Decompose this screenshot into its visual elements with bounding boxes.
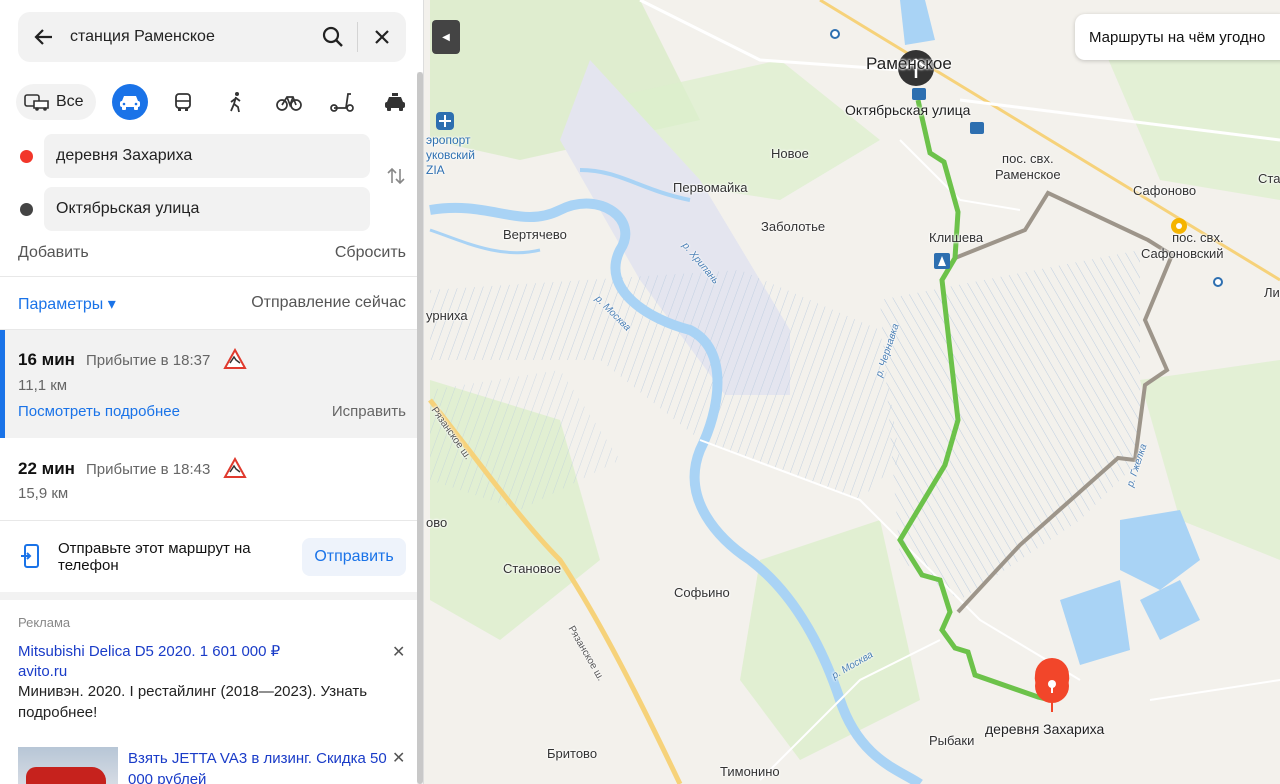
map-label-timonino: Тимонино bbox=[720, 764, 780, 779]
route-distance: 15,9 км bbox=[18, 485, 69, 502]
map-label-ovo: ово bbox=[426, 515, 448, 530]
swap-icon bbox=[387, 167, 405, 185]
ad-label: Реклама bbox=[18, 615, 71, 630]
pedestrian-icon bbox=[229, 92, 241, 113]
ad2-close-button[interactable]: ✕ bbox=[392, 748, 405, 768]
transport-modes: Все bbox=[16, 84, 423, 120]
reset-button[interactable]: Сбросить bbox=[335, 244, 406, 262]
from-point-input[interactable]: деревня Захариха bbox=[44, 134, 370, 178]
map-label-vertyachevo: Вертячево bbox=[503, 227, 567, 242]
route-option-1[interactable]: 16 мин Прибытие в 18:37 11,1 км Посмотре… bbox=[0, 330, 418, 438]
route-arrival: Прибытие в 18:37 bbox=[86, 352, 211, 369]
map-label-pervomaika: Первомайка bbox=[673, 180, 748, 195]
map-label-novoe: Новое bbox=[771, 146, 809, 161]
map-label-stanovoe: Становое bbox=[503, 561, 562, 576]
mode-bus-button[interactable] bbox=[165, 84, 201, 120]
arrow-left-icon bbox=[34, 29, 52, 45]
scooter-icon bbox=[329, 93, 354, 112]
search-button[interactable] bbox=[309, 12, 357, 62]
ad2-title[interactable]: Взять JETTA VA3 в лизинг. Скидка 50 000 … bbox=[128, 748, 398, 784]
map-label-rybaki: Рыбаки bbox=[929, 733, 975, 748]
mode-bike-button[interactable] bbox=[271, 84, 307, 120]
route-details-link[interactable]: Посмотреть подробнее bbox=[18, 403, 180, 420]
to-point-input[interactable]: Октябрьская улица bbox=[44, 187, 370, 231]
map-label-sofino: Софьино bbox=[674, 585, 730, 600]
route-option-2[interactable]: 22 мин Прибытие в 18:43 15,9 км bbox=[0, 438, 418, 520]
send-button[interactable]: Отправить bbox=[302, 538, 406, 576]
params-dropdown[interactable]: Параметры ▾ bbox=[18, 294, 116, 314]
close-icon bbox=[375, 30, 389, 44]
search-box: станция Раменское bbox=[18, 12, 406, 62]
side-panel: станция Раменское Все деревня Захариха О… bbox=[0, 0, 424, 784]
promo-banner[interactable]: Маршруты на чём угодно bbox=[1075, 14, 1280, 60]
scrollbar-thumb[interactable] bbox=[417, 72, 423, 784]
search-icon bbox=[322, 26, 343, 47]
map-label-urnikha: урниха bbox=[426, 308, 468, 323]
map-label-klishevo: Клишева bbox=[929, 230, 984, 245]
bicycle-icon bbox=[275, 96, 302, 111]
divider bbox=[0, 520, 418, 521]
map-label-britovo: Бритово bbox=[547, 746, 598, 761]
map-label-ramenskoe: Раменское bbox=[866, 54, 952, 73]
phone-icon bbox=[21, 544, 39, 568]
map-label-oktyabrskaya: Октябрьская улица bbox=[845, 102, 971, 118]
clear-search-button[interactable] bbox=[358, 12, 406, 62]
back-button[interactable] bbox=[18, 12, 70, 62]
search-input[interactable]: станция Раменское bbox=[70, 28, 309, 46]
send-text: Отправьте этот маршрут на телефон bbox=[58, 540, 251, 574]
route-time: 16 мин bbox=[18, 350, 75, 369]
all-transport-icon bbox=[24, 94, 49, 111]
bus-icon bbox=[174, 93, 191, 111]
divider bbox=[0, 276, 418, 277]
swap-points-button[interactable] bbox=[386, 166, 406, 192]
taxi-icon bbox=[384, 93, 405, 111]
road-warning-icon bbox=[223, 457, 247, 478]
map-label-li: Ли bbox=[1264, 285, 1280, 300]
route-time: 22 мин bbox=[18, 459, 75, 478]
ad2-image[interactable] bbox=[18, 747, 118, 784]
ad-separator bbox=[0, 592, 418, 600]
from-point-dot bbox=[20, 150, 33, 163]
ad1-description[interactable]: Минивэн. 2020. I рестайлинг (2018—2023).… bbox=[18, 681, 398, 723]
departure-time[interactable]: Отправление сейчас bbox=[251, 294, 406, 314]
to-point-dot bbox=[20, 203, 33, 216]
road-warning-icon bbox=[223, 348, 247, 369]
mode-taxi-button[interactable] bbox=[377, 84, 413, 120]
ad1-title[interactable]: Mitsubishi Delica D5 2020. 1 601 000 ₽ bbox=[18, 642, 280, 660]
mode-all-button[interactable]: Все bbox=[16, 84, 96, 120]
add-point-button[interactable]: Добавить bbox=[18, 244, 89, 262]
map-label-pos-ramenskoe: пос. свх. Раменское bbox=[995, 151, 1061, 182]
map-label-pos-safonovsky: пос. свх. Сафоновский bbox=[1141, 230, 1224, 261]
route-fix-link[interactable]: Исправить bbox=[332, 403, 406, 420]
route-params-row: Параметры ▾ Отправление сейчас bbox=[18, 294, 406, 314]
map-label-zabolotye: Заболотье bbox=[761, 219, 826, 234]
send-to-phone: Отправьте этот маршрут на телефон Отправ… bbox=[0, 522, 418, 592]
ad1-close-button[interactable]: ✕ bbox=[392, 642, 405, 662]
car-image bbox=[26, 767, 106, 784]
route-arrival: Прибытие в 18:43 bbox=[86, 461, 211, 478]
car-icon bbox=[119, 96, 140, 110]
map-label-safonovo: Сафоново bbox=[1133, 183, 1197, 198]
mode-scooter-button[interactable] bbox=[324, 84, 360, 120]
ad1-site[interactable]: avito.ru bbox=[18, 663, 67, 680]
mode-car-button[interactable] bbox=[111, 84, 148, 120]
route-actions: Добавить Сбросить bbox=[18, 244, 406, 262]
map-label-zakharikha: деревня Захариха bbox=[985, 721, 1105, 737]
mode-all-label: Все bbox=[56, 93, 84, 110]
map-label-airport: эропорт уковский ZIA bbox=[426, 133, 475, 177]
map-label-sta: Ста bbox=[1258, 171, 1280, 186]
mode-walk-button[interactable] bbox=[218, 84, 254, 120]
collapse-panel-button[interactable]: ◀ bbox=[432, 20, 460, 54]
route-distance: 11,1 км bbox=[18, 377, 68, 394]
